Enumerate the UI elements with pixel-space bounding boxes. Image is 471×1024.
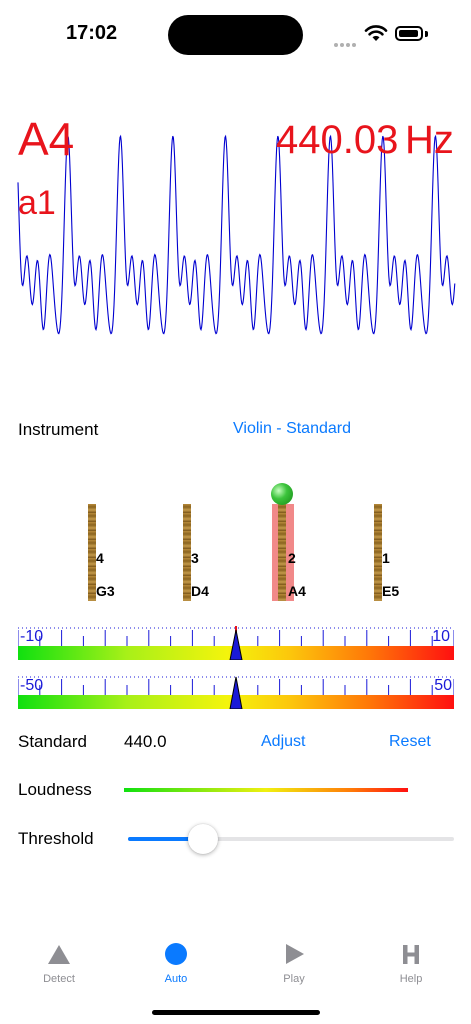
coarse-meter-max: 50 [434,677,452,694]
string-selector: 4 G3 3 D4 2 A4 1 E5 [0,0,471,620]
string-4-number: 4 [96,550,104,566]
tab-detect-label: Detect [43,973,75,985]
string-2[interactable] [278,504,286,601]
tab-help[interactable]: Help [371,940,451,985]
string-4-note: G3 [96,583,115,599]
active-string-ball-icon [271,483,293,505]
fine-meter-needle [229,626,243,660]
string-1-number: 1 [382,550,390,566]
circle-icon [165,943,187,965]
tab-auto-label: Auto [164,973,188,985]
adjust-button[interactable]: Adjust [261,733,305,751]
fine-meter-min: -10 [20,628,44,645]
reset-button[interactable]: Reset [389,733,431,751]
loudness-level-bar [124,788,408,792]
string-3-number: 3 [191,550,199,566]
threshold-label: Threshold [18,829,94,848]
string-3[interactable] [183,504,191,601]
string-3-note: D4 [191,583,209,599]
tab-auto[interactable]: Auto [136,940,216,985]
cents-meter-fine: -10 10 [18,626,454,662]
standard-label: Standard [18,732,87,751]
home-indicator [152,1010,320,1015]
standard-value: 440.0 [124,732,167,751]
fine-meter-max: 10 [432,628,450,645]
tab-play[interactable]: Play [254,940,334,985]
loudness-label: Loudness [18,780,92,799]
tab-play-label: Play [283,973,305,985]
h-icon [403,945,419,964]
tab-detect[interactable]: Detect [19,940,99,985]
tab-help-label: Help [399,973,423,985]
string-4[interactable] [88,504,96,601]
threshold-slider-thumb[interactable] [187,824,218,854]
cents-meter-coarse: -50 50 [18,675,454,711]
string-1[interactable] [374,504,382,601]
coarse-meter-needle [229,676,243,709]
string-2-note: A4 [288,583,306,599]
play-icon [286,944,304,964]
string-1-note: E5 [382,583,400,599]
string-2-number: 2 [288,550,296,566]
coarse-meter-min: -50 [20,677,44,694]
triangle-icon [48,945,70,964]
